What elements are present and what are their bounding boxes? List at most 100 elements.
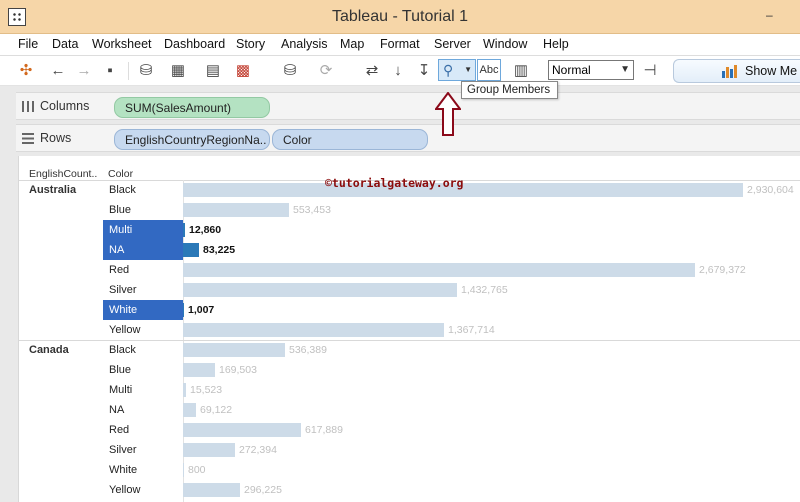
bar-value-label: 2,679,372 — [699, 264, 746, 276]
menu-file[interactable]: File — [18, 37, 38, 51]
menu-server[interactable]: Server — [434, 37, 471, 51]
menu-help[interactable]: Help — [543, 37, 569, 51]
color-pill[interactable]: Color — [272, 129, 428, 150]
menu-story[interactable]: Story — [236, 37, 265, 51]
sales-bar[interactable] — [183, 423, 301, 437]
pause-updates-icon[interactable]: ⛁ — [280, 60, 300, 80]
bar-value-label: 69,122 — [200, 404, 233, 416]
red-arrow-annotation — [435, 92, 461, 136]
menu-data[interactable]: Data — [52, 37, 78, 51]
tableau-logo-icon[interactable]: ✣ — [16, 60, 36, 80]
color-row-label[interactable]: White — [103, 300, 183, 320]
sales-bar[interactable] — [183, 443, 235, 457]
color-row-label[interactable]: White — [103, 460, 183, 480]
color-column-header: Color — [108, 168, 134, 180]
clear-sheet-icon[interactable]: ▩ — [233, 60, 253, 80]
color-row-label[interactable]: Silver — [103, 440, 183, 460]
sales-bar[interactable] — [183, 403, 196, 417]
sales-bar[interactable] — [183, 263, 695, 277]
color-row-label[interactable]: Silver — [103, 280, 183, 300]
sales-bar[interactable] — [183, 223, 185, 237]
bar-value-label: 12,860 — [189, 224, 222, 236]
window-title: Tableau - Tutorial 1 — [331, 8, 469, 25]
menu-dashboard[interactable]: Dashboard — [164, 37, 225, 51]
shelf-area: Columns SUM(SalesAmount) Rows EnglishCou… — [0, 86, 800, 156]
minimize-icon[interactable]: – — [766, 8, 780, 22]
sales-bar[interactable] — [183, 243, 199, 257]
bar-value-label: 617,889 — [305, 424, 343, 436]
columns-icon — [22, 101, 34, 112]
menu-bar: File Data Worksheet Dashboard Story Anal… — [0, 34, 800, 56]
bar-value-label: 553,453 — [293, 204, 331, 216]
sum-salesamount-pill[interactable]: SUM(SalesAmount) — [114, 97, 270, 118]
bar-value-label: 800 — [188, 464, 206, 476]
menu-window[interactable]: Window — [483, 37, 527, 51]
color-row-label[interactable]: Blue — [103, 200, 183, 220]
fit-dropdown[interactable]: Normal ▼ — [548, 60, 634, 80]
sales-bar[interactable] — [183, 323, 444, 337]
color-row-label[interactable]: Yellow — [103, 320, 183, 340]
bar-value-label: 1,432,765 — [461, 284, 508, 296]
columns-shelf[interactable]: Columns SUM(SalesAmount) — [16, 92, 800, 120]
sales-bar[interactable] — [183, 383, 186, 397]
duplicate-sheet-icon[interactable]: ▤ — [203, 60, 223, 80]
new-worksheet-icon[interactable]: ▦ — [168, 60, 188, 80]
rows-icon — [22, 133, 34, 144]
redo-icon[interactable]: → — [74, 60, 94, 80]
chevron-down-icon[interactable]: ▼ — [464, 65, 472, 74]
bar-value-label: 296,225 — [244, 484, 282, 496]
rows-shelf[interactable]: Rows EnglishCountryRegionNa.. Color — [16, 124, 800, 152]
country-label[interactable]: Australia — [29, 184, 76, 196]
country-region-pill[interactable]: EnglishCountryRegionNa.. — [114, 129, 270, 150]
sales-bar[interactable] — [183, 363, 215, 377]
refresh-icon[interactable]: ⟳ — [316, 60, 336, 80]
bar-value-label: 272,394 — [239, 444, 277, 456]
group-members-button[interactable]: ⚲ ▼ — [438, 59, 476, 81]
sort-ascending-icon[interactable]: ↓ — [388, 60, 408, 80]
worksheet-view[interactable]: EnglishCount.. Color Australia Black 2,930… — [18, 156, 800, 502]
undo-icon[interactable]: ← — [48, 60, 68, 80]
color-row-label[interactable]: Black — [103, 180, 183, 200]
view-area: EnglishCount.. Color Australia Black 2,930… — [0, 156, 800, 502]
toolbar-divider — [128, 62, 129, 80]
color-row-label[interactable]: Yellow — [103, 480, 183, 500]
sales-bar[interactable] — [183, 463, 184, 477]
swap-rows-columns-icon[interactable]: ⇄ — [362, 60, 382, 80]
color-row-label[interactable]: Blue — [103, 360, 183, 380]
show-me-button[interactable]: Show Me — [673, 59, 800, 83]
menu-format[interactable]: Format — [380, 37, 420, 51]
show-me-label: Show Me — [745, 64, 798, 78]
new-data-source-icon[interactable]: ⛁ — [136, 60, 156, 80]
color-row-label[interactable]: NA — [103, 400, 183, 420]
save-icon[interactable]: ▪ — [100, 60, 120, 80]
menu-worksheet[interactable]: Worksheet — [92, 37, 152, 51]
sales-bar[interactable] — [183, 203, 289, 217]
color-row-label[interactable]: Multi — [103, 380, 183, 400]
sales-bar[interactable] — [183, 343, 285, 357]
color-row-label[interactable]: Red — [103, 420, 183, 440]
bar-value-label: 536,389 — [289, 344, 327, 356]
chart-view-icon[interactable]: ▥ — [511, 60, 531, 80]
sort-descending-icon[interactable]: ↧ — [414, 60, 434, 80]
fit-value: Normal — [552, 63, 591, 77]
bar-chart-icon — [722, 65, 737, 78]
country-column-header: EnglishCount.. — [29, 168, 98, 180]
country-label[interactable]: Canada — [29, 344, 69, 356]
pin-icon[interactable]: ⊣ — [640, 60, 660, 80]
color-row-label[interactable]: NA — [103, 240, 183, 260]
menu-analysis[interactable]: Analysis — [281, 37, 328, 51]
bar-value-label: 1,367,714 — [448, 324, 495, 336]
sales-bar[interactable] — [183, 483, 240, 497]
sales-bar[interactable] — [183, 303, 184, 317]
title-bar: Tableau - Tutorial 1 – — [0, 0, 800, 34]
rows-label: Rows — [40, 131, 72, 145]
show-mark-labels-button[interactable]: Abc — [477, 59, 501, 81]
bar-value-label: 2,930,604 — [747, 184, 794, 196]
toolbar: ✣ ← → ▪ ⛁ ▦ ▤ ▩ ⛁ ⟳ ⇄ ↓ ↧ ⚲ ▼ Abc ▥ Norm… — [0, 56, 800, 86]
color-row-label[interactable]: Multi — [103, 220, 183, 240]
watermark: ©tutorialgateway.org — [325, 176, 464, 190]
sales-bar[interactable] — [183, 283, 457, 297]
color-row-label[interactable]: Red — [103, 260, 183, 280]
menu-map[interactable]: Map — [340, 37, 364, 51]
color-row-label[interactable]: Black — [103, 340, 183, 360]
